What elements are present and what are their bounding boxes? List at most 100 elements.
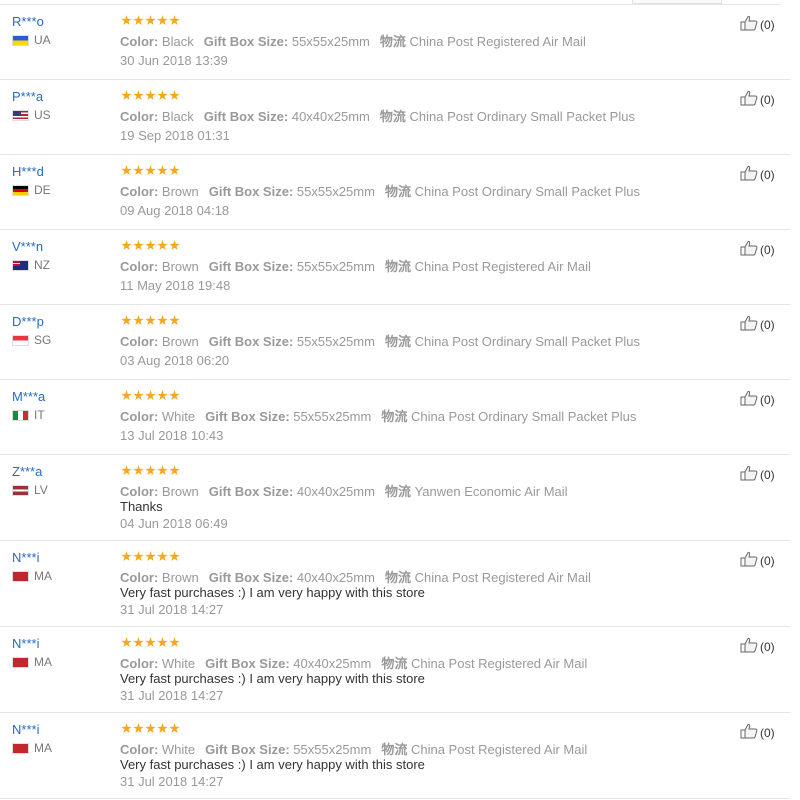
logistics-label: 物流 [379, 109, 406, 124]
order-attributes: Color: White Gift Box Size: 55x55x25mm 物流 … [120, 406, 636, 425]
color-value: Black [161, 109, 194, 124]
color-value: Brown [161, 259, 199, 274]
star-icon [145, 90, 156, 101]
country-code: MA [34, 569, 52, 583]
logistics-value: China Post Registered Air Mail [414, 259, 591, 274]
rating-stars [121, 15, 180, 26]
rating-stars [121, 90, 180, 101]
review-item: R***o UA Color: Black Gift Box Size: 55x55x… [0, 5, 790, 80]
helpful-count: (0) [760, 639, 775, 654]
star-icon [145, 390, 156, 401]
thumbs-up-icon[interactable] [740, 551, 760, 570]
helpful-button[interactable]: (0) [740, 390, 775, 409]
color-label: Color: [120, 484, 159, 499]
helpful-button[interactable]: (0) [740, 240, 775, 259]
country-flag-icon [12, 409, 29, 421]
review-item: V***n NZ Color: Brown Gift Box Size: 55x55x… [0, 230, 790, 305]
helpful-button[interactable]: (0) [740, 315, 775, 334]
rating-stars [121, 240, 180, 251]
review-item: P***a US Color: Black Gift Box Size: 40x40x… [0, 80, 790, 155]
star-icon [133, 90, 144, 101]
rating-stars [121, 551, 180, 562]
helpful-button[interactable]: (0) [740, 723, 775, 742]
logistics-label: 物流 [381, 656, 408, 671]
star-icon [157, 637, 168, 648]
reviewer-name: V***n [12, 239, 44, 254]
star-icon [145, 465, 156, 476]
star-icon [169, 15, 180, 26]
star-icon [133, 637, 144, 648]
thumbs-up-icon[interactable] [740, 637, 760, 656]
thumbs-up-icon[interactable] [740, 90, 760, 109]
star-icon [145, 240, 156, 251]
star-icon [157, 240, 168, 251]
country-flag-icon [12, 742, 29, 754]
feedback-list: R***o UA Color: Black Gift Box Size: 55x55x… [0, 5, 790, 799]
review-comment: Thanks [120, 499, 163, 514]
star-icon [169, 90, 180, 101]
country-flag-icon [12, 184, 29, 196]
thumbs-up-icon[interactable] [740, 15, 760, 34]
reviewer-name: N***i [12, 722, 40, 737]
star-icon [133, 390, 144, 401]
gift-box-size-value: 55x55x25mm [296, 259, 375, 274]
star-icon [169, 390, 180, 401]
reviewer-country: LV [12, 483, 48, 497]
star-icon [133, 165, 144, 176]
gift-box-size-label: Gift Box Size: [208, 484, 294, 499]
country-flag-icon [12, 656, 29, 668]
color-value: Black [161, 34, 194, 49]
rating-stars [121, 637, 180, 648]
thumbs-up-icon[interactable] [740, 465, 760, 484]
order-attributes: Color: Brown Gift Box Size: 40x40x25mm 物流 … [120, 481, 568, 500]
gift-box-size-label: Gift Box Size: [203, 109, 289, 124]
reviewer-name: Z***a [12, 464, 43, 479]
thumbs-up-icon[interactable] [740, 315, 760, 334]
thumbs-up-icon[interactable] [740, 165, 760, 184]
reviewer-name: H***d [12, 164, 44, 179]
star-icon [145, 15, 156, 26]
reviewer-name: D***p [12, 314, 44, 329]
review-date: 30 Jun 2018 13:39 [120, 53, 228, 68]
thumbs-up-icon[interactable] [740, 240, 760, 259]
review-date: 11 May 2018 19:48 [120, 278, 231, 293]
color-label: Color: [120, 409, 159, 424]
star-icon [157, 315, 168, 326]
country-flag-icon [12, 334, 29, 346]
order-attributes: Color: Brown Gift Box Size: 55x55x25mm 物流 … [120, 256, 591, 275]
gift-box-size-label: Gift Box Size: [208, 259, 294, 274]
gift-box-size-value: 40x40x25mm [291, 109, 370, 124]
helpful-button[interactable]: (0) [740, 90, 775, 109]
thumbs-up-icon[interactable] [740, 390, 760, 409]
gift-box-size-label: Gift Box Size: [203, 34, 289, 49]
country-code: MA [34, 655, 52, 669]
top-tab-edge [632, 0, 722, 4]
logistics-label: 物流 [384, 184, 411, 199]
star-icon [133, 465, 144, 476]
helpful-count: (0) [760, 167, 775, 182]
rating-stars [121, 315, 180, 326]
helpful-button[interactable]: (0) [740, 165, 775, 184]
country-code: UA [34, 33, 51, 47]
helpful-count: (0) [760, 242, 775, 257]
rating-stars [121, 390, 180, 401]
star-icon [121, 551, 132, 562]
country-flag-icon [12, 570, 29, 582]
helpful-button[interactable]: (0) [740, 637, 775, 656]
color-label: Color: [120, 656, 159, 671]
helpful-button[interactable]: (0) [740, 15, 775, 34]
review-date: 19 Sep 2018 01:31 [120, 128, 230, 143]
logistics-value: China Post Ordinary Small Packet Plus [414, 334, 641, 349]
gift-box-size-value: 40x40x25mm [296, 570, 375, 585]
star-icon [145, 315, 156, 326]
helpful-button[interactable]: (0) [740, 465, 775, 484]
logistics-value: China Post Registered Air Mail [414, 570, 591, 585]
review-date: 31 Jul 2018 14:27 [120, 602, 224, 617]
thumbs-up-icon[interactable] [740, 723, 760, 742]
gift-box-size-value: 55x55x25mm [293, 742, 372, 757]
helpful-count: (0) [760, 392, 775, 407]
helpful-button[interactable]: (0) [740, 551, 775, 570]
star-icon [157, 723, 168, 734]
color-label: Color: [120, 259, 159, 274]
rating-stars [121, 465, 180, 476]
